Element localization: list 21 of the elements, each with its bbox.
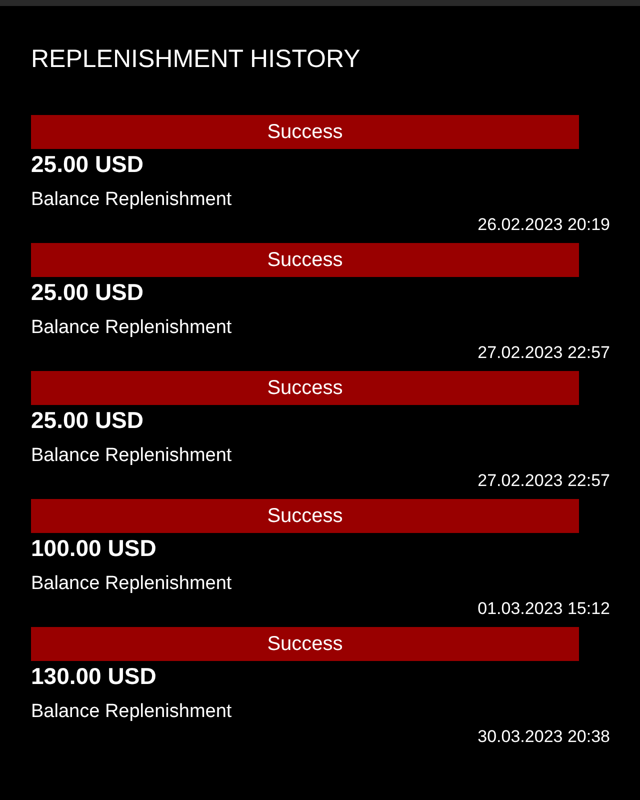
date: 30.03.2023 20:38 <box>478 726 610 748</box>
date: 26.02.2023 20:19 <box>478 214 610 236</box>
status-bar: Success <box>31 115 579 149</box>
status-bar: Success <box>31 371 579 405</box>
amount: 25.00 USD <box>31 151 144 177</box>
description: Balance Replenishment <box>31 700 232 724</box>
page-title: REPLENISHMENT HISTORY <box>31 44 362 74</box>
description: Balance Replenishment <box>31 188 232 212</box>
amount: 25.00 USD <box>31 407 144 433</box>
description: Balance Replenishment <box>31 316 232 340</box>
status-bar: Success <box>31 243 579 277</box>
description: Balance Replenishment <box>31 444 232 468</box>
date: 27.02.2023 22:57 <box>478 342 610 364</box>
date: 27.02.2023 22:57 <box>478 470 610 492</box>
date: 01.03.2023 15:12 <box>478 598 610 620</box>
description: Balance Replenishment <box>31 572 232 596</box>
amount: 25.00 USD <box>31 279 144 305</box>
amount: 130.00 USD <box>31 663 156 689</box>
amount: 100.00 USD <box>31 535 156 561</box>
status-bar: Success <box>31 499 579 533</box>
status-bar: Success <box>31 627 579 661</box>
